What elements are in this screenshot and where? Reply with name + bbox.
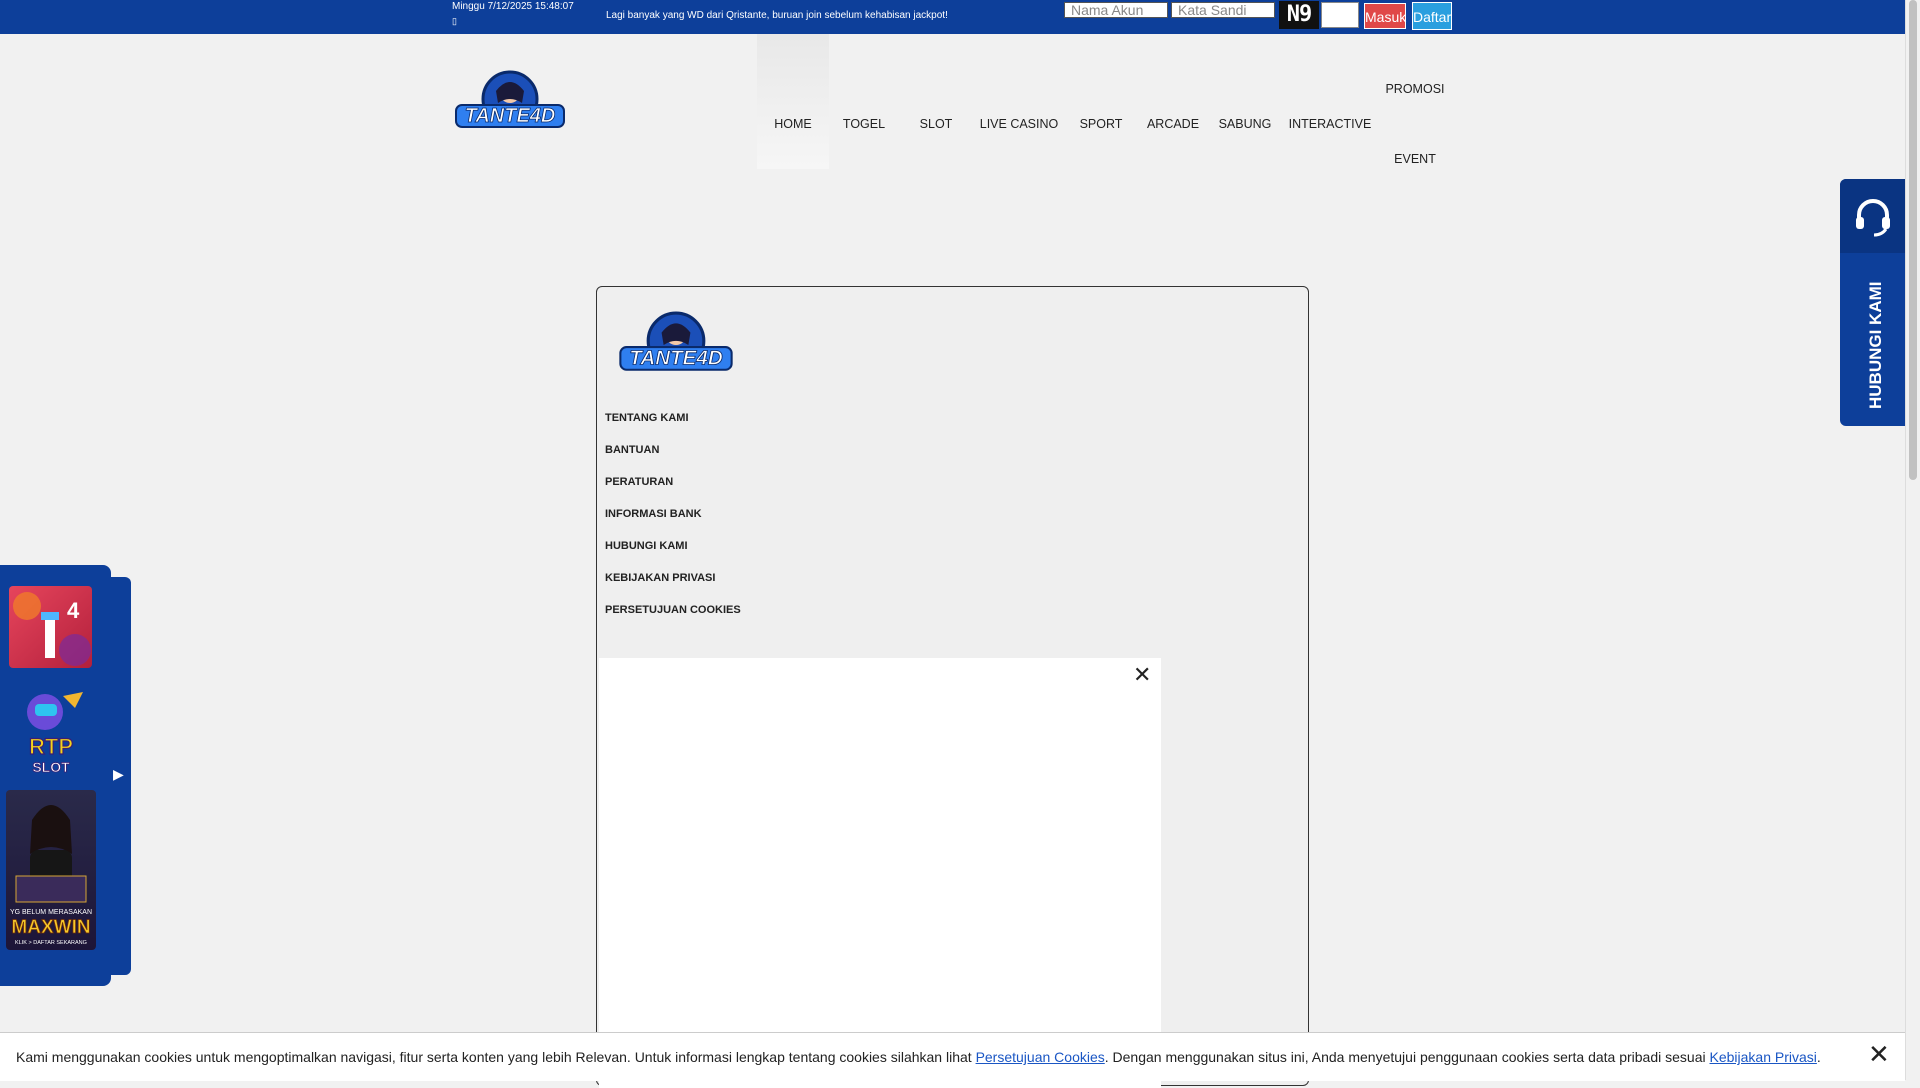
nav-interactive[interactable]: INTERACTIVE [1286,116,1374,132]
promo-4d[interactable]: 4 [9,586,92,668]
menu-kebijakan-privasi[interactable]: KEBIJAKAN PRIVASI [605,572,715,584]
svg-text:RTP: RTP [29,734,73,759]
cookie-banner: Kami menggunakan cookies untuk mengoptim… [0,1032,1905,1081]
cookie-text: Kami menggunakan cookies untuk mengoptim… [16,1049,1821,1065]
nav-sport[interactable]: SPORT [1076,116,1126,132]
promo-rtp-slot[interactable]: RTP SLOT [9,688,92,776]
username-input[interactable] [1064,2,1168,18]
announcement-marquee: Lagi banyak yang WD dari Qristante, buru… [606,10,948,21]
nav-togel[interactable]: TOGEL [842,116,886,132]
promo-4d-art: 4 [13,592,91,666]
modal-logo: TANTE4D [619,311,733,371]
nav-promosi[interactable]: PROMOSI [1380,81,1450,97]
svg-text:MAXWIN: MAXWIN [11,917,90,938]
privacy-policy-link[interactable]: Kebijakan Privasi [1710,1049,1817,1065]
menu-persetujuan-cookies[interactable]: PERSETUJUAN COOKIES [605,604,741,616]
close-icon[interactable]: ✕ [1868,1039,1890,1070]
captcha-image: N9 [1279,1,1319,29]
menu-informasi-bank[interactable]: INFORMASI BANK [605,508,702,520]
menu-hubungi-kami[interactable]: HUBUNGI KAMI [605,540,688,552]
login-button[interactable]: Masuk [1364,3,1406,29]
video-panel [599,658,1161,1088]
nav-home[interactable]: HOME [773,116,813,132]
svg-text:KLIK > DAFTAR SEKARANG: KLIK > DAFTAR SEKARANG [15,940,87,946]
nav-arcade[interactable]: ARCADE [1145,116,1201,132]
arrow-right-icon[interactable]: ▶ [113,766,124,783]
menu-bantuan[interactable]: BANTUAN [605,444,659,456]
scrollbar-thumb[interactable] [1909,0,1917,480]
svg-text:4: 4 [67,598,80,623]
modal-logo-text: TANTE4D [629,347,723,370]
password-input[interactable] [1171,2,1275,18]
logo-text: TANTE4D [465,105,556,127]
datetime: Minggu 7/12/2025 15:48:07 ▯ [452,1,574,26]
nav-sabung[interactable]: SABUNG [1217,116,1273,132]
nav-event[interactable]: EVENT [1380,151,1450,167]
svg-text:SLOT: SLOT [32,759,70,775]
contact-label: HUBUNGI KAMI [1866,281,1885,410]
nav-live-casino[interactable]: LIVE CASINO [979,116,1059,132]
info-icon: ▯ [452,16,457,26]
promo-maxwin[interactable]: YG BELUM MERASAKAN MAXWIN KLIK > DAFTAR … [6,790,96,950]
promo-rtp-art: RTP SLOT [27,692,83,775]
register-button[interactable]: Daftar [1412,2,1452,30]
menu-peraturan[interactable]: PERATURAN [605,476,673,488]
menu-modal: TANTE4D TENTANG KAMI BANTUAN PERATURAN I… [596,286,1309,1088]
top-bar: Minggu 7/12/2025 15:48:07 ▯ Lagi banyak … [0,0,1905,34]
close-icon[interactable]: ✕ [1133,664,1151,686]
menu-tentang-kami[interactable]: TENTANG KAMI [605,412,689,424]
site-logo[interactable]: TANTE4D [452,69,568,135]
promo-maxwin-art: YG BELUM MERASAKAN MAXWIN KLIK > DAFTAR … [10,805,92,946]
cookie-consent-link[interactable]: Persetujuan Cookies [976,1049,1105,1065]
captcha-input[interactable] [1321,2,1359,28]
nav-active-highlight [757,34,829,169]
nav-slot[interactable]: SLOT [916,116,956,132]
svg-text:YG BELUM MERASAKAN: YG BELUM MERASAKAN [10,909,92,916]
contact-widget[interactable]: HUBUNGI KAMI [1840,179,1905,426]
headset-icon [1856,199,1890,237]
